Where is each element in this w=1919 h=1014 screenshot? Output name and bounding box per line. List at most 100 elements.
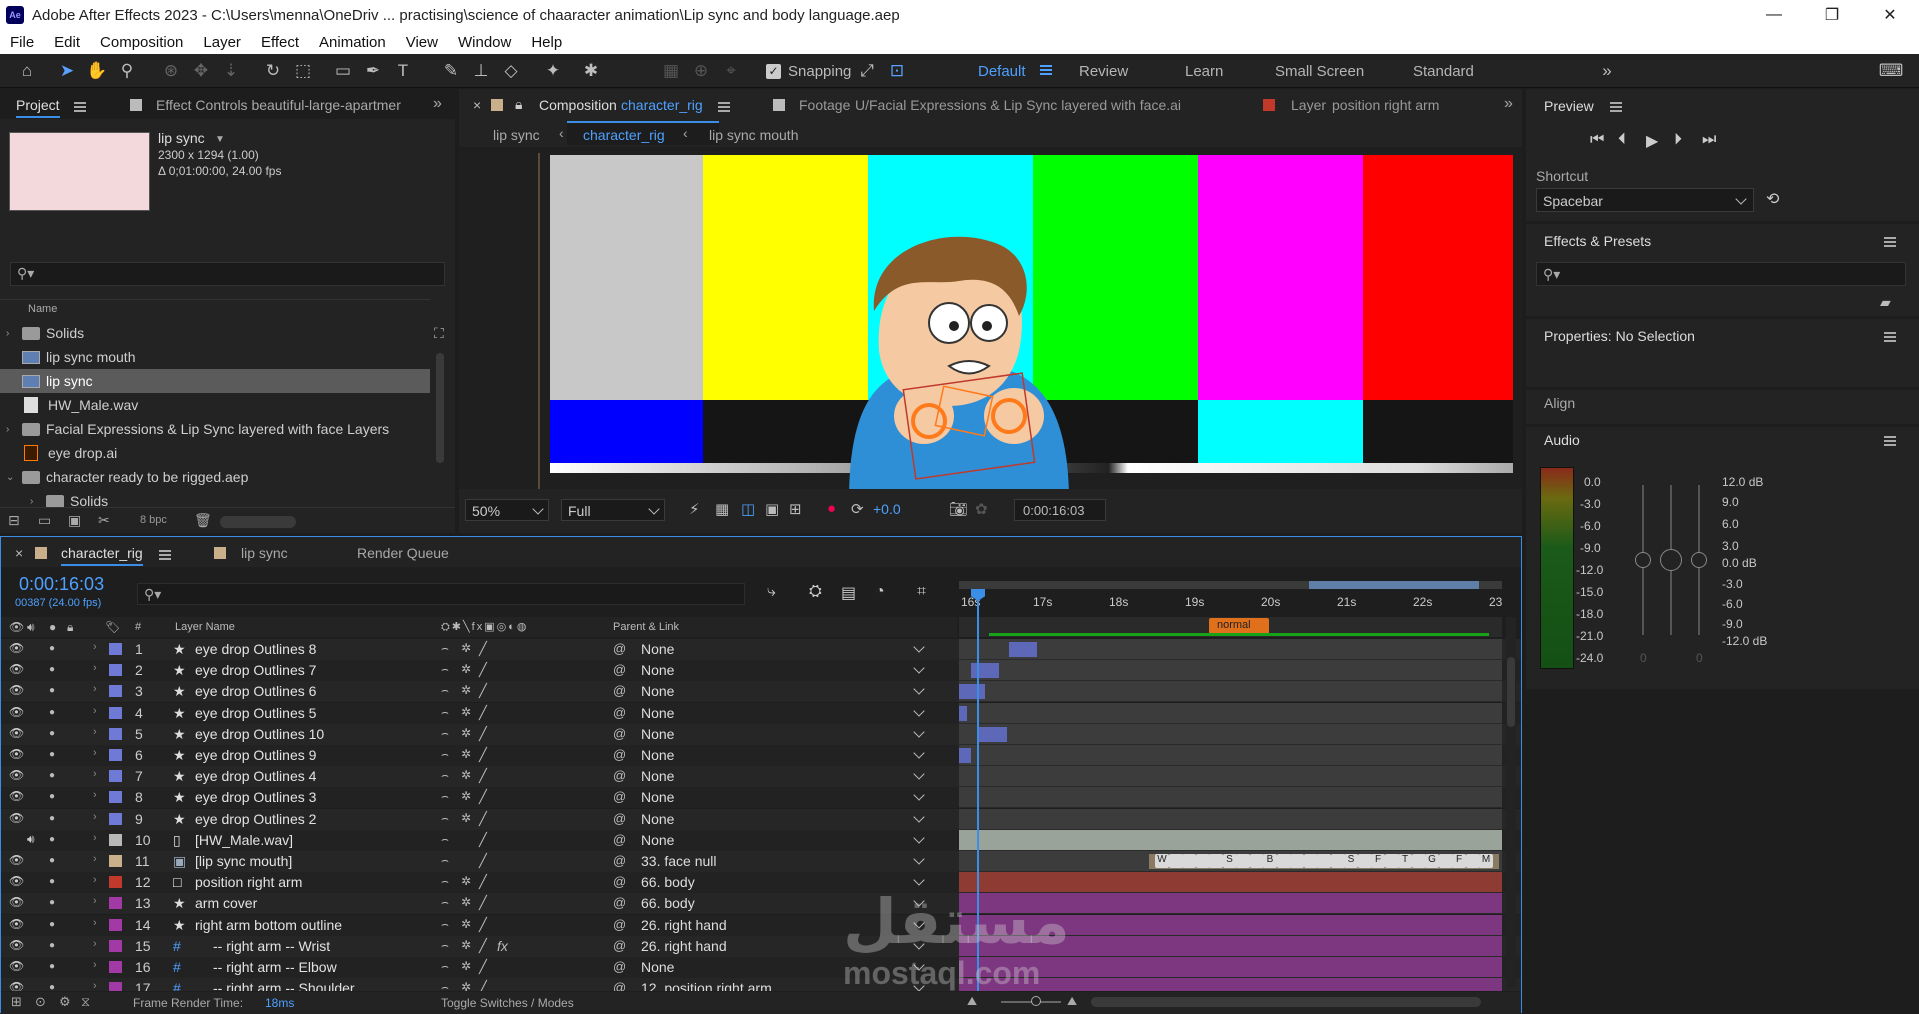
visibility-eye-icon[interactable]: 👁︎ — [9, 853, 24, 867]
comp-tab-prefix[interactable]: Composition — [539, 97, 617, 113]
zoom-tool-icon[interactable]: ⚲ — [116, 60, 138, 82]
shy-switch-icon[interactable]: ⌢ — [441, 747, 449, 762]
solo-dot-icon[interactable]: ● — [49, 664, 55, 675]
layer-marker[interactable] — [1330, 854, 1345, 868]
layer-name[interactable]: eye drop Outlines 8 — [195, 641, 316, 657]
exposure-value[interactable]: +0.0 — [873, 501, 901, 517]
dolly-camera-icon[interactable]: ⇣ — [220, 60, 242, 82]
layer-name[interactable]: eye drop Outlines 2 — [195, 811, 316, 827]
close-tab-icon[interactable]: × — [15, 545, 23, 561]
visibility-eye-icon[interactable]: 👁︎ — [9, 811, 24, 825]
project-item[interactable]: › Facial Expressions & Lip Sync layered … — [0, 417, 430, 441]
chevron-down-icon[interactable] — [913, 832, 925, 844]
project-menu-icon[interactable] — [74, 102, 86, 112]
tab-lip-sync[interactable]: lip sync — [241, 545, 288, 561]
comp-tab-name[interactable]: character_rig — [621, 97, 703, 113]
audio-slider-right-knob[interactable] — [1691, 552, 1707, 568]
quality-switch-icon[interactable]: ╱ — [479, 641, 487, 657]
quality-switch-icon[interactable]: ╱ — [479, 683, 487, 699]
pick-whip-icon[interactable]: @ — [613, 980, 626, 991]
collapse-transform-icon[interactable]: ✲ — [461, 768, 471, 782]
quality-switch-icon[interactable]: ╱ — [479, 959, 487, 975]
shortcut-dropdown[interactable]: Spacebar — [1536, 188, 1754, 212]
column-layer-name[interactable]: Layer Name — [175, 621, 235, 633]
layer-label-color[interactable] — [109, 812, 122, 825]
layer-track[interactable] — [959, 702, 1502, 724]
pick-whip-icon[interactable]: @ — [613, 874, 626, 889]
layer-duration-bar[interactable] — [959, 748, 971, 763]
chevron-down-icon[interactable] — [913, 704, 925, 717]
quality-switch-icon[interactable]: ╱ — [479, 853, 487, 869]
layer-marker[interactable] — [1384, 854, 1399, 868]
pick-whip-icon[interactable]: @ — [613, 811, 626, 826]
solo-dot-icon[interactable]: ● — [49, 685, 55, 696]
layer-name[interactable]: eye drop Outlines 6 — [195, 683, 316, 699]
quality-switch-icon[interactable]: ╱ — [479, 980, 487, 991]
parent-dropdown-value[interactable]: None — [641, 705, 674, 721]
layer-marker[interactable]: W — [1155, 854, 1169, 868]
layer-track[interactable] — [959, 787, 1502, 809]
reset-exposure-icon[interactable]: ⟳ — [851, 500, 864, 518]
snapping-checkbox[interactable]: ✓ — [766, 64, 781, 79]
shy-switch-icon[interactable]: ⌢ — [441, 811, 449, 826]
visibility-eye-icon[interactable]: 👁︎ — [9, 874, 24, 888]
last-frame-icon[interactable]: ⏭ — [1702, 131, 1716, 149]
pick-whip-icon[interactable]: @ — [613, 641, 626, 656]
shy-switch-icon[interactable]: ⌢ — [441, 917, 449, 932]
expand-arrow-icon[interactable]: › — [93, 874, 97, 886]
layer-marker[interactable] — [1195, 854, 1210, 868]
pick-whip-icon[interactable]: @ — [613, 662, 626, 677]
collapse-transform-icon[interactable]: ✲ — [461, 895, 471, 909]
properties-menu-icon[interactable] — [1884, 332, 1896, 342]
audio-speaker-icon[interactable]: 🔊︎ — [27, 832, 35, 847]
layer-track[interactable] — [959, 957, 1502, 978]
solo-dot-icon[interactable]: ● — [49, 813, 55, 824]
collapse-transform-icon[interactable]: ✲ — [461, 959, 471, 973]
visibility-eye-icon[interactable]: 👁︎ — [9, 726, 24, 740]
parent-dropdown-value[interactable]: 26. right hand — [641, 917, 727, 933]
layer-name[interactable]: eye drop Outlines 9 — [195, 747, 316, 763]
collapse-transform-icon[interactable]: ✲ — [461, 683, 471, 697]
flowchart-icon[interactable]: ⛶ — [434, 325, 444, 342]
snap-target-icon[interactable]: ⊡ — [886, 60, 908, 82]
layer-marker[interactable] — [1317, 854, 1331, 868]
audio-slider-left-knob[interactable] — [1635, 552, 1651, 568]
frame-blending-icon[interactable]: ◔ — [875, 583, 885, 601]
layer-label-color[interactable] — [109, 791, 122, 804]
previous-frame-icon[interactable]: ⏴ — [1618, 131, 1626, 149]
layer-track[interactable] — [959, 808, 1502, 830]
layer-marker[interactable]: F — [1452, 854, 1466, 868]
collapse-transform-icon[interactable]: ✲ — [461, 789, 471, 803]
shy-switch-icon[interactable]: ⌢ — [441, 726, 449, 741]
layer-marker[interactable] — [1236, 854, 1250, 868]
chevron-down-icon[interactable] — [913, 853, 925, 865]
show-snapshot-icon[interactable]: ✿ — [975, 500, 988, 518]
pick-whip-icon[interactable]: @ — [613, 959, 626, 974]
layer-name[interactable]: eye drop Outlines 7 — [195, 662, 316, 678]
layer-label-color[interactable] — [109, 897, 122, 910]
zoom-in-icon[interactable]: ⛰ — [1067, 994, 1077, 1009]
layer-marker[interactable] — [1249, 854, 1264, 868]
collapse-transform-icon[interactable]: ✲ — [461, 917, 471, 931]
chevron-down-icon[interactable] — [913, 789, 925, 802]
brush-tool-icon[interactable]: ✎ — [440, 60, 462, 82]
layer-search-input[interactable]: ⚲▾ — [137, 583, 745, 605]
layer-name[interactable]: eye drop Outlines 10 — [195, 726, 324, 742]
toggle-switches-modes[interactable]: Toggle Switches / Modes — [441, 996, 574, 1010]
solo-dot-icon[interactable]: ● — [49, 961, 55, 972]
parent-dropdown-value[interactable]: None — [641, 662, 674, 678]
parent-dropdown-value[interactable]: None — [641, 747, 674, 763]
next-frame-icon[interactable]: ⏵ — [1674, 131, 1682, 149]
quality-switch-icon[interactable]: ╱ — [479, 768, 487, 784]
project-item[interactable]: HW_Male.wav — [0, 393, 430, 417]
layer-label-color[interactable] — [109, 727, 122, 740]
expand-arrow-icon[interactable]: › — [6, 424, 16, 435]
comp-marker[interactable]: normal — [1209, 618, 1269, 634]
expand-arrow-icon[interactable]: › — [93, 853, 97, 865]
visibility-eye-icon[interactable]: 👁︎ — [9, 683, 24, 697]
region-of-interest-icon[interactable]: ▣ — [765, 500, 779, 518]
timeline-timecode[interactable]: 0:00:16:03 — [19, 574, 104, 595]
expand-arrow-icon[interactable]: › — [93, 641, 97, 653]
parent-dropdown-value[interactable]: None — [641, 811, 674, 827]
layer-marker[interactable] — [1357, 854, 1372, 868]
